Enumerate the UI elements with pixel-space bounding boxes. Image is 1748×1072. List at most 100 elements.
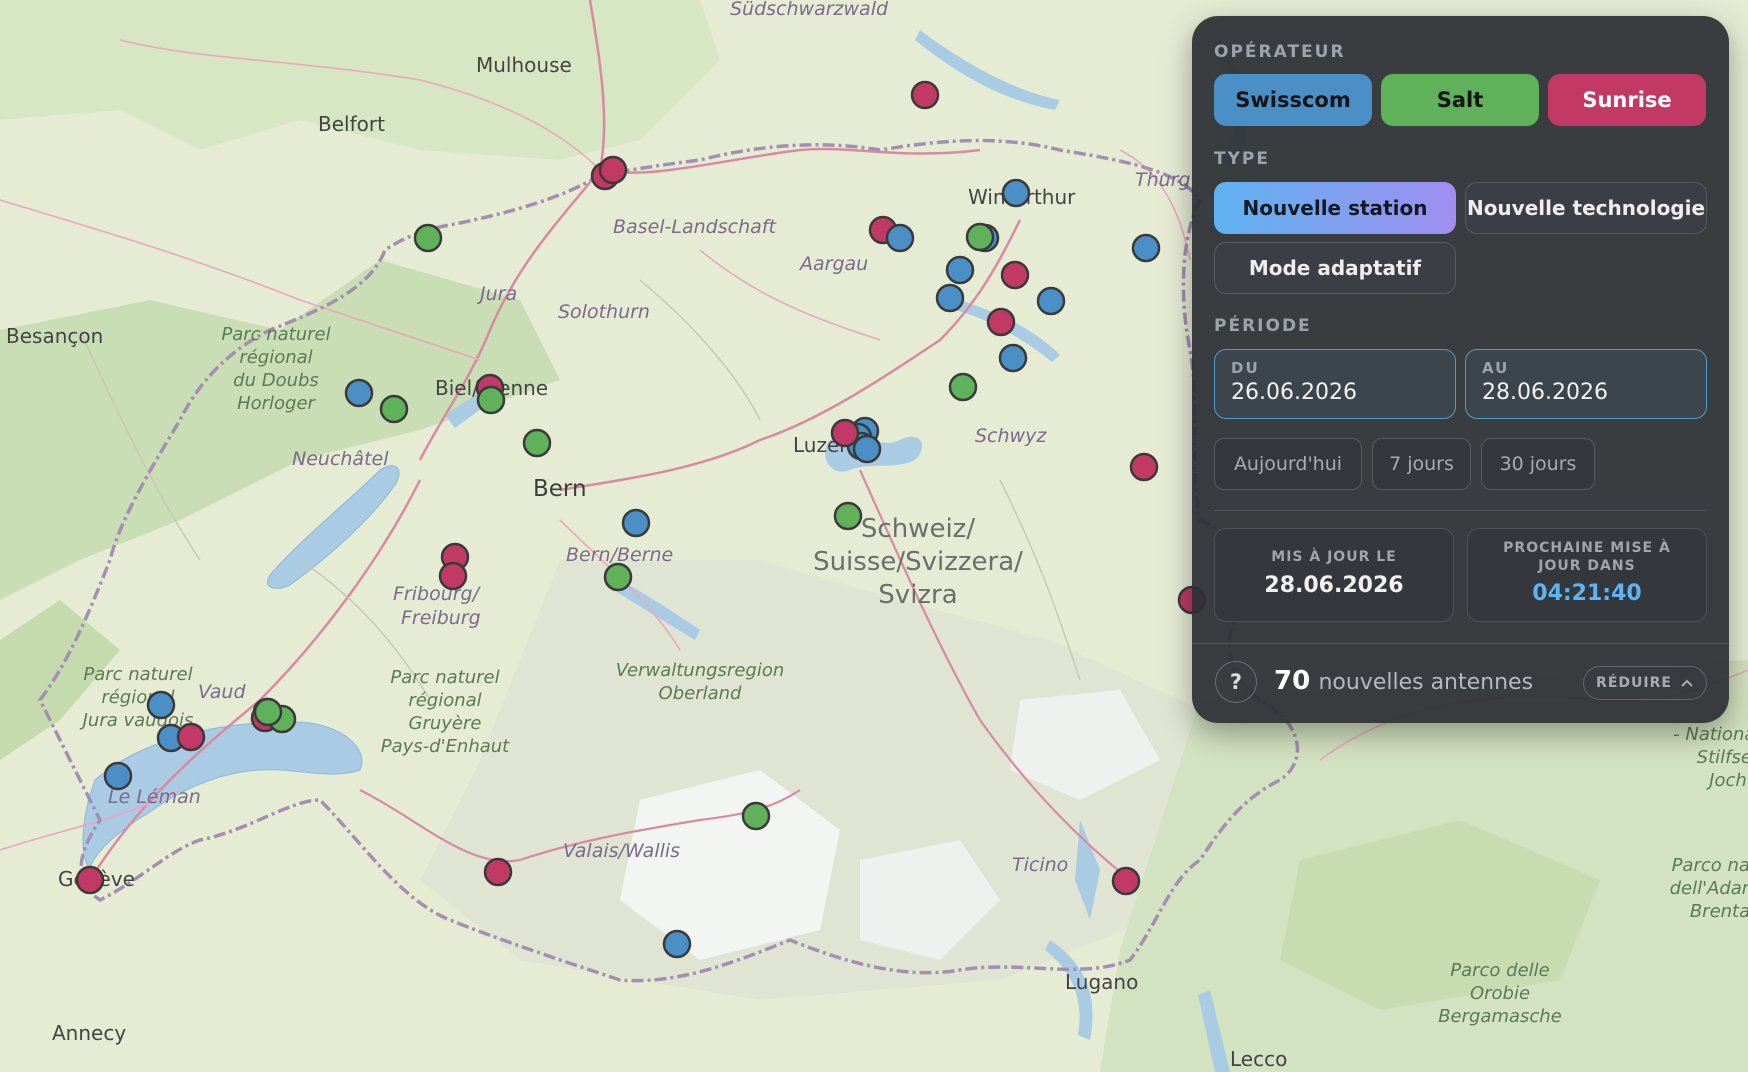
- region-label: Schwyz: [975, 425, 1047, 447]
- region-label: Valais/Wallis: [563, 840, 680, 862]
- park-label: Joch: [1706, 770, 1747, 791]
- antenna-marker-swisscom[interactable]: [998, 343, 1028, 373]
- antenna-marker-salt[interactable]: [603, 562, 633, 592]
- antenna-marker-swisscom[interactable]: [662, 929, 692, 959]
- date-from-label: DU: [1231, 359, 1260, 377]
- country-label: Schweiz/: [861, 514, 975, 544]
- region-label: Aargau: [798, 253, 868, 275]
- date-to-field[interactable]: AU 28.06.2026: [1465, 349, 1707, 419]
- antenna-marker-salt[interactable]: [253, 697, 283, 727]
- antenna-count-label: nouvelles antennes: [1318, 670, 1534, 695]
- antenna-marker-sunrise[interactable]: [75, 865, 105, 895]
- antenna-marker-swisscom[interactable]: [885, 223, 915, 253]
- antenna-marker-swisscom[interactable]: [1131, 233, 1161, 263]
- antenna-marker-salt[interactable]: [476, 385, 506, 415]
- antenna-marker-swisscom[interactable]: [852, 434, 882, 464]
- antenna-marker-swisscom[interactable]: [621, 508, 651, 538]
- antenna-marker-swisscom[interactable]: [935, 283, 965, 313]
- region-label: Thurg: [1135, 169, 1191, 191]
- next-update-countdown: 04:21:40: [1532, 581, 1642, 606]
- park-label: régional: [239, 347, 312, 368]
- next-update-card: PROCHAINE MISE À JOUR DANS 04:21:40: [1467, 528, 1707, 622]
- region-label: Basel-Landschaft: [613, 216, 777, 238]
- antenna-marker-sunrise[interactable]: [598, 155, 628, 185]
- park-label: Parco natu: [1672, 855, 1748, 876]
- antenna-marker-swisscom[interactable]: [1036, 286, 1066, 316]
- antenna-marker-salt[interactable]: [413, 223, 443, 253]
- divider: [1214, 510, 1707, 511]
- park-label: Bergamasche: [1438, 1006, 1562, 1027]
- help-button[interactable]: ?: [1215, 661, 1257, 703]
- park-label: Parc naturel: [83, 664, 192, 685]
- region-label: Fribourg/: [393, 583, 482, 605]
- quick-today-button[interactable]: Aujourd'hui: [1214, 438, 1362, 490]
- date-from-value: 26.06.2026: [1231, 380, 1357, 405]
- antenna-marker-swisscom[interactable]: [344, 378, 374, 408]
- antenna-count-value: 70: [1274, 666, 1311, 696]
- antenna-marker-sunrise[interactable]: [1111, 866, 1141, 896]
- last-updated-value: 28.06.2026: [1264, 573, 1404, 598]
- park-label: Parc naturel: [221, 324, 330, 345]
- type-section-title: TYPE: [1214, 149, 1270, 169]
- antenna-marker-sunrise[interactable]: [1129, 452, 1159, 482]
- antenna-marker-swisscom[interactable]: [103, 761, 133, 791]
- antenna-marker-sunrise[interactable]: [910, 80, 940, 110]
- next-update-label: PROCHAINE MISE À JOUR DANS: [1503, 540, 1671, 574]
- city-label: Belfort: [318, 112, 385, 136]
- park-label: Stilfser: [1697, 747, 1748, 768]
- operator-sunrise-button[interactable]: Sunrise: [1548, 74, 1706, 126]
- antenna-marker-swisscom[interactable]: [1001, 178, 1031, 208]
- region-label: Ticino: [1012, 854, 1068, 876]
- date-from-field[interactable]: DU 26.06.2026: [1214, 349, 1456, 419]
- region-label: Jura: [476, 283, 517, 305]
- antenna-marker-sunrise[interactable]: [1000, 260, 1030, 290]
- antenna-marker-salt[interactable]: [965, 222, 995, 252]
- quick-7-days-button[interactable]: 7 jours: [1372, 438, 1471, 490]
- antenna-marker-sunrise[interactable]: [483, 857, 513, 887]
- antenna-marker-sunrise[interactable]: [438, 561, 468, 591]
- antenna-marker-salt[interactable]: [379, 394, 409, 424]
- park-label: Pays-d'Enhaut: [381, 736, 510, 757]
- antenna-marker-salt[interactable]: [833, 501, 863, 531]
- antenna-marker-salt[interactable]: [741, 801, 771, 831]
- period-section-title: PÉRIODE: [1214, 316, 1312, 336]
- region-label: Neuchâtel: [292, 448, 389, 470]
- chevron-up-icon: [1681, 679, 1693, 687]
- antenna-marker-sunrise[interactable]: [830, 418, 860, 448]
- last-updated-label: MIS À JOUR LE: [1271, 549, 1397, 565]
- park-label: - Nationalpa: [1673, 724, 1748, 745]
- collapse-label: RÉDUIRE: [1596, 675, 1672, 691]
- city-label: Mulhouse: [476, 53, 572, 77]
- park-label: Gruyère: [409, 713, 482, 734]
- region-label: Vaud: [198, 681, 246, 703]
- collapse-button[interactable]: RÉDUIRE: [1583, 666, 1707, 700]
- date-to-value: 28.06.2026: [1482, 380, 1608, 405]
- antenna-marker-salt[interactable]: [522, 428, 552, 458]
- antenna-marker-sunrise[interactable]: [176, 722, 206, 752]
- panel-footer: ? 70 nouvelles antennes RÉDUIRE: [1192, 643, 1729, 723]
- park-label: Oberland: [659, 683, 743, 704]
- antenna-marker-salt[interactable]: [948, 372, 978, 402]
- filter-panel: OPÉRATEUR Swisscom Salt Sunrise TYPE Nou…: [1192, 16, 1729, 723]
- region-label: Solothurn: [558, 301, 650, 323]
- park-label: Brenta: [1690, 901, 1748, 922]
- city-label: Besançon: [6, 324, 103, 348]
- antenna-marker-sunrise[interactable]: [986, 307, 1016, 337]
- operator-salt-button[interactable]: Salt: [1381, 74, 1539, 126]
- city-label: Bern: [533, 476, 587, 502]
- antenna-marker-swisscom[interactable]: [146, 690, 176, 720]
- last-updated-card: MIS À JOUR LE 28.06.2026: [1214, 528, 1454, 622]
- operator-swisscom-button[interactable]: Swisscom: [1214, 74, 1372, 126]
- park-label: Parco delle: [1450, 960, 1550, 981]
- park-label: Verwaltungsregion: [616, 660, 785, 681]
- quick-30-days-button[interactable]: 30 jours: [1481, 438, 1595, 490]
- type-new-technology-button[interactable]: Nouvelle technologie: [1465, 182, 1707, 234]
- region-label: Freiburg: [401, 607, 481, 629]
- type-adaptive-mode-button[interactable]: Mode adaptatif: [1214, 242, 1456, 294]
- park-label: Parc naturel: [390, 667, 499, 688]
- type-new-station-button[interactable]: Nouvelle station: [1214, 182, 1456, 234]
- park-label: Horloger: [237, 393, 316, 414]
- city-label: Annecy: [52, 1021, 126, 1045]
- park-label: régional: [408, 690, 481, 711]
- antenna-marker-swisscom[interactable]: [945, 255, 975, 285]
